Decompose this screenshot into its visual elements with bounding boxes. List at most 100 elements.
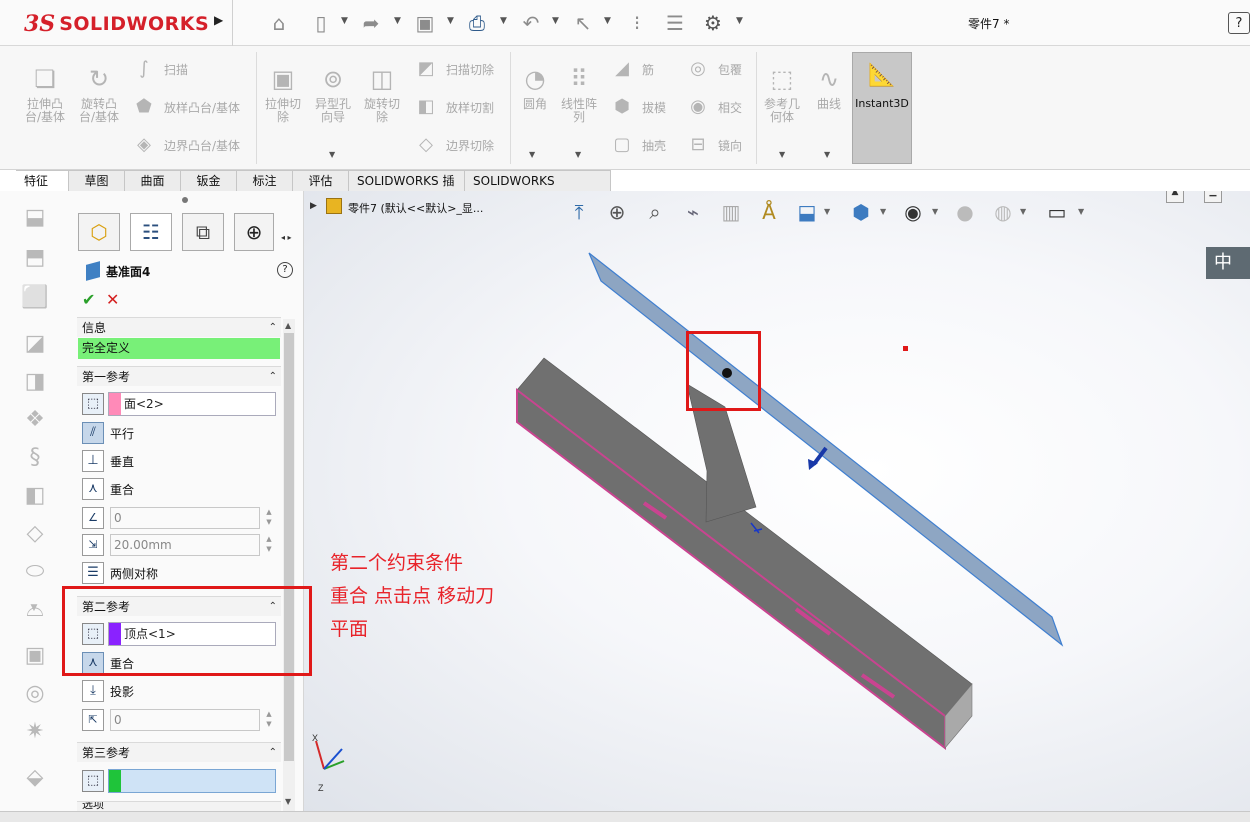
menu-expand-icon[interactable]: ▶: [214, 13, 226, 33]
wrap-button[interactable]: ◎ 包覆: [684, 56, 742, 82]
undo-icon[interactable]: ↶: [516, 8, 546, 38]
scrollbar-thumb[interactable]: [284, 333, 294, 761]
bracket-shape-icon[interactable]: ◧: [20, 481, 50, 511]
mushroom-shape-icon[interactable]: ⌓: [20, 595, 50, 625]
first-reference-header[interactable]: 第一参考 ⌃: [77, 366, 281, 386]
intersect-button[interactable]: ◉ 相交: [684, 94, 742, 120]
save-icon[interactable]: ▣: [410, 8, 440, 38]
ring-shape-icon[interactable]: ◎: [20, 679, 50, 709]
angle-stepper[interactable]: ▲ ▼: [262, 507, 276, 529]
tab-inspection[interactable]: SOLIDWORKS Inspection: [465, 170, 611, 208]
angle-field[interactable]: 0: [110, 507, 260, 529]
offset-icon[interactable]: ⇱: [82, 709, 104, 731]
options-group-header[interactable]: 选项: [77, 801, 281, 811]
lofted-cut-button[interactable]: ◧ 放样切割: [412, 94, 494, 120]
plate-shape-icon[interactable]: ◇: [20, 519, 50, 549]
scroll-down-icon[interactable]: ▼: [285, 797, 291, 806]
bend-shape-icon[interactable]: ⬭: [20, 557, 50, 587]
fillet-button[interactable]: ◔ 圆角: [512, 64, 558, 111]
panel-drag-handle[interactable]: [182, 197, 188, 203]
chevron-down-icon[interactable]: ▼: [575, 150, 581, 159]
sketch-shape-icon[interactable]: ⬓: [20, 203, 50, 233]
frame-shape-icon[interactable]: ▣: [20, 641, 50, 671]
distance-icon[interactable]: ⇲: [82, 534, 104, 556]
solidworks-logo[interactable]: 3S SOLIDWORKS: [24, 5, 214, 43]
new-document-icon[interactable]: ▯: [306, 8, 336, 38]
tab-evaluate[interactable]: 评估: [293, 170, 349, 191]
chevron-down-icon[interactable]: ▼: [329, 150, 335, 159]
chevron-up-icon[interactable]: ⌃: [269, 367, 277, 387]
tab-scroll-arrows[interactable]: ◂ ▸: [281, 233, 292, 242]
help-button[interactable]: ?: [277, 262, 293, 278]
linear-pattern-button[interactable]: ⠿ 线性阵 列: [556, 64, 602, 124]
chevron-down-icon[interactable]: ▼: [779, 150, 785, 159]
corner-shape-icon[interactable]: ◨: [20, 367, 50, 397]
tab-addins[interactable]: SOLIDWORKS 插件: [349, 170, 465, 208]
third-reference-selection[interactable]: [108, 769, 276, 793]
distance-stepper[interactable]: ▲ ▼: [262, 534, 276, 556]
shell-button[interactable]: ▢ 抽壳: [608, 132, 666, 158]
info-group-header[interactable]: 信息 ⌃: [77, 317, 281, 337]
chevron-down-icon[interactable]: ▼: [736, 16, 743, 26]
help-button[interactable]: ?: [1228, 12, 1250, 34]
tab-feature-manager[interactable]: ⬡: [78, 213, 120, 251]
coincident-option[interactable]: ⋏ 重合: [82, 477, 134, 501]
graphics-area[interactable]: ▶ 零件7 (默认<<默认>_显... ⤒ ⊕ ⌕ ⌁ ▥ Å ⬓ ▼ ⬢ ▼ …: [304, 191, 1250, 811]
draft-button[interactable]: ⬢ 拔模: [608, 94, 666, 120]
traffic-light-icon[interactable]: ⁝: [622, 8, 652, 38]
cancel-button[interactable]: ✕: [106, 290, 119, 309]
chevron-up-icon[interactable]: ⌃: [269, 318, 277, 338]
select-arrow-icon[interactable]: ↖: [568, 8, 598, 38]
swept-cut-button[interactable]: ◩ 扫描切除: [412, 56, 494, 82]
extrude-shape-icon[interactable]: ⬒: [20, 243, 50, 273]
coil-shape-icon[interactable]: ❖: [20, 405, 50, 435]
chevron-down-icon[interactable]: ▼: [552, 16, 559, 26]
boundary-cut-button[interactable]: ◇ 边界切除: [412, 132, 494, 158]
chevron-down-icon[interactable]: ▼: [447, 16, 454, 26]
chevron-down-icon[interactable]: ▼: [500, 16, 507, 26]
wedge-shape-icon[interactable]: ◪: [20, 329, 50, 359]
sweep-button[interactable]: ∫ 扫描: [130, 56, 188, 82]
tab-sketch[interactable]: 草图: [69, 170, 125, 191]
boundary-boss-button[interactable]: ◈ 边界凸台/基体: [130, 132, 240, 158]
angle-icon[interactable]: ∠: [82, 507, 104, 529]
revolve-boss-button[interactable]: ↻ 旋转凸 台/基体: [76, 64, 122, 124]
chevron-down-icon[interactable]: ▼: [394, 16, 401, 26]
tab-dimxpert[interactable]: ⊕: [234, 213, 274, 251]
instant3d-button[interactable]: 📐 Instant3D: [852, 52, 912, 164]
scrollbar[interactable]: ▲ ▼: [283, 319, 295, 811]
second-value-stepper[interactable]: ▲ ▼: [262, 709, 276, 731]
chevron-down-icon[interactable]: ▼: [824, 150, 830, 159]
home-icon[interactable]: ⌂: [264, 8, 294, 38]
spring-shape-icon[interactable]: §: [20, 443, 50, 473]
chevron-down-icon[interactable]: ▼: [341, 16, 348, 26]
third-reference-header[interactable]: 第三参考 ⌃: [77, 742, 281, 762]
perpendicular-option[interactable]: ⊥ 垂直: [82, 449, 134, 473]
extrude-boss-button[interactable]: ❏ 拉伸凸 台/基体: [22, 64, 68, 124]
loft-boss-button[interactable]: ⬟ 放样凸台/基体: [130, 94, 240, 120]
model-view[interactable]: X Z: [304, 191, 1250, 811]
hole-wizard-button[interactable]: ⊚ 异型孔 向导: [310, 64, 356, 124]
gear-shape-icon[interactable]: ✷: [20, 717, 50, 747]
tab-configuration-manager[interactable]: ⧉: [182, 213, 224, 251]
sheet-shape-icon[interactable]: ⬙: [20, 763, 50, 793]
chevron-down-icon[interactable]: ▼: [604, 16, 611, 26]
chevron-up-icon[interactable]: ⌃: [269, 743, 277, 763]
extrude-cut-button[interactable]: ▣ 拉伸切 除: [260, 64, 306, 124]
tab-markup[interactable]: 标注: [237, 170, 293, 191]
revolve-cut-button[interactable]: ◫ 旋转切 除: [359, 64, 405, 124]
second-value-field[interactable]: 0: [110, 709, 260, 731]
open-folder-icon[interactable]: ➦: [356, 8, 386, 38]
parallel-option[interactable]: ⫽ 平行: [82, 421, 134, 445]
scroll-up-icon[interactable]: ▲: [285, 321, 291, 330]
reference-geometry-button[interactable]: ⬚ 参考几 何体: [759, 64, 805, 124]
curves-button[interactable]: ∿ 曲线: [806, 64, 852, 111]
tab-sheet-metal[interactable]: 钣金: [181, 170, 237, 191]
tab-property-manager[interactable]: ☷: [130, 213, 172, 251]
distance-field[interactable]: 20.00mm: [110, 534, 260, 556]
mirror-button[interactable]: ⊟ 镜向: [684, 132, 742, 158]
ok-button[interactable]: ✔: [82, 290, 95, 309]
first-reference-selection[interactable]: 面<2>: [108, 392, 276, 416]
symmetric-option[interactable]: ☰ 两侧对称: [82, 561, 158, 585]
tab-features[interactable]: 特征: [16, 170, 69, 191]
